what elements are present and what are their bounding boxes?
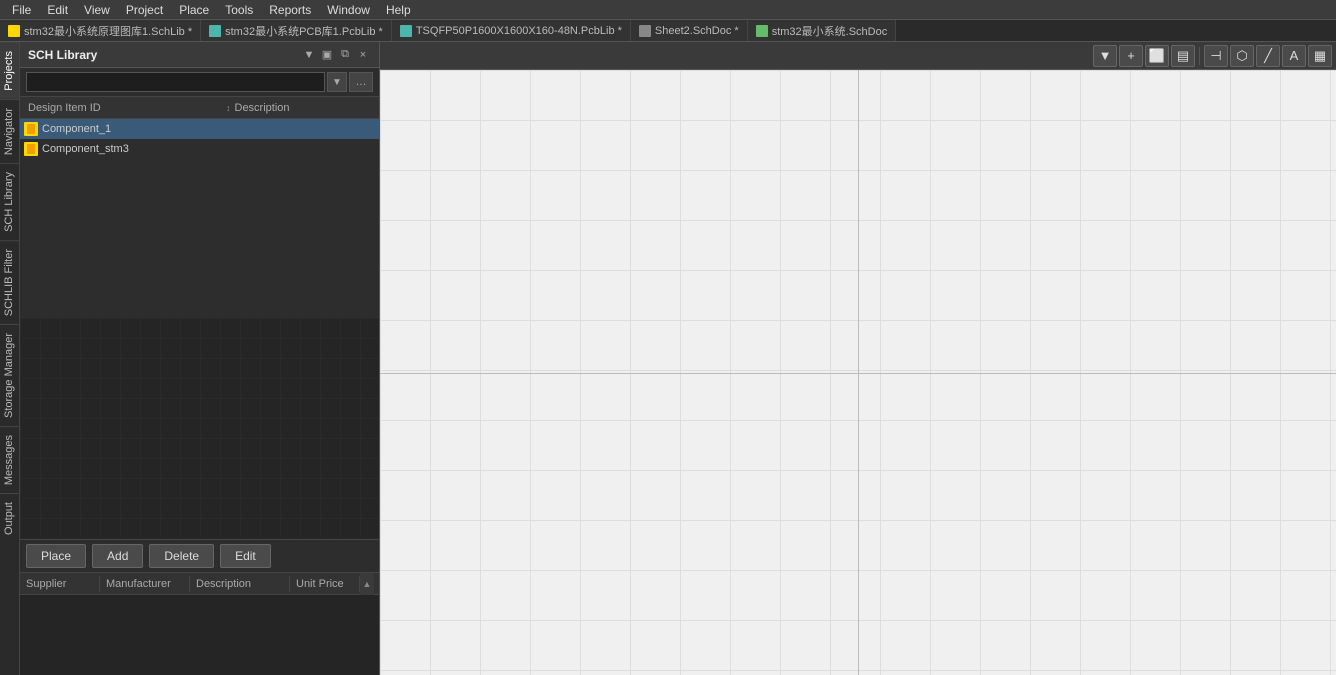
panel-dropdown-btn[interactable]: ▼: [301, 47, 317, 63]
sidebar-tab-navigator[interactable]: Navigator: [0, 99, 19, 163]
place-button[interactable]: Place: [26, 544, 86, 568]
toolbar: ▼ + ⬜ ▤ ⊣ ⬡ ╱ A ▦: [380, 42, 1336, 70]
rect-select-btn[interactable]: ⬜: [1145, 45, 1169, 67]
panel-title: SCH Library: [28, 48, 299, 62]
component-stm3-name: Component_stm3: [42, 143, 129, 155]
tab-sheet2[interactable]: Sheet2.SchDoc *: [631, 20, 748, 41]
bottom-buttons: Place Add Delete Edit: [20, 539, 379, 572]
menu-project[interactable]: Project: [118, 1, 171, 19]
sidebar-tab-sch-library[interactable]: SCH Library: [0, 163, 19, 240]
panel-float-btn[interactable]: ⧉: [337, 47, 353, 63]
panel-close-btn[interactable]: ×: [355, 47, 371, 63]
sidebar-tabs: Projects Navigator SCH Library SCHLIB Fi…: [0, 42, 20, 675]
sidebar-tab-projects[interactable]: Projects: [0, 42, 19, 99]
line-btn[interactable]: ╱: [1256, 45, 1280, 67]
delete-button[interactable]: Delete: [149, 544, 214, 568]
sidebar-tab-messages[interactable]: Messages: [0, 426, 19, 493]
table-btn[interactable]: ▦: [1308, 45, 1332, 67]
panel-pin-btn[interactable]: ▣: [319, 47, 335, 63]
tab-pcb-lib[interactable]: stm32最小系统PCB库1.PcbLib *: [201, 20, 392, 41]
menu-reports[interactable]: Reports: [261, 1, 319, 19]
component-stm3-icon: [24, 142, 38, 156]
menu-bar: File Edit View Project Place Tools Repor…: [0, 0, 1336, 20]
tab-stm32-sch-label: stm32最小系统.SchDoc: [772, 23, 888, 39]
menu-help[interactable]: Help: [378, 1, 419, 19]
preview-area: [20, 318, 379, 539]
tab-sheet2-label: Sheet2.SchDoc *: [655, 25, 739, 37]
supplier-scroll-up-btn[interactable]: ▲: [360, 573, 374, 595]
add-element-btn[interactable]: +: [1119, 45, 1143, 67]
supplier-body: [20, 595, 379, 675]
text-btn[interactable]: A: [1282, 45, 1306, 67]
supplier-table: Supplier Manufacturer Description Unit P…: [20, 572, 379, 675]
menu-tools[interactable]: Tools: [217, 1, 261, 19]
canvas-crosshair-vertical: [858, 70, 859, 675]
panel-header: SCH Library ▼ ▣ ⧉ ×: [20, 42, 379, 68]
search-input[interactable]: [26, 72, 325, 92]
filter-btn[interactable]: ▼: [1093, 45, 1117, 67]
menu-file[interactable]: File: [4, 1, 39, 19]
toolbar-separator-1: [1199, 47, 1200, 65]
polygon-btn[interactable]: ⬡: [1230, 45, 1254, 67]
tab-sheet2-icon: [639, 25, 651, 37]
list-item-component1[interactable]: Component_1: [20, 119, 379, 139]
canvas-grid: [380, 70, 1336, 675]
component1-icon: [24, 122, 38, 136]
col-header-design-item-id: Design Item ID: [24, 102, 224, 114]
tab-pcb-lib-label: stm32最小系统PCB库1.PcbLib *: [225, 23, 383, 39]
sidebar-tab-schlib-filter[interactable]: SCHLIB Filter: [0, 240, 19, 324]
component-list: Design Item ID ↕ Description Component_1…: [20, 97, 379, 318]
menu-place[interactable]: Place: [171, 1, 217, 19]
tab-sch-lib-label: stm32最小系统原理图库1.SchLib *: [24, 23, 192, 39]
tab-sch-lib-icon: [8, 25, 20, 37]
tab-stm32-sch[interactable]: stm32最小系统.SchDoc: [748, 20, 897, 41]
align-left-btn[interactable]: ⊣: [1204, 45, 1228, 67]
canvas-area: ▼ + ⬜ ▤ ⊣ ⬡ ╱ A ▦: [380, 42, 1336, 675]
sch-library-panel: SCH Library ▼ ▣ ⧉ × ▼ … Design Item ID ↕…: [20, 42, 380, 675]
sidebar-tab-output[interactable]: Output: [0, 493, 19, 543]
main-area: Projects Navigator SCH Library SCHLIB Fi…: [0, 42, 1336, 675]
tab-tsqfp[interactable]: TSQFP50P1600X1600X160-48N.PcbLib *: [392, 20, 631, 41]
menu-window[interactable]: Window: [319, 1, 378, 19]
col-header-description: Description: [231, 102, 376, 114]
supplier-col-description: Description: [190, 576, 290, 592]
canvas-workspace[interactable]: [380, 70, 1336, 675]
search-row: ▼ …: [20, 68, 379, 97]
menu-edit[interactable]: Edit: [39, 1, 76, 19]
menu-view[interactable]: View: [76, 1, 118, 19]
list-header: Design Item ID ↕ Description: [20, 97, 379, 119]
search-dropdown-btn[interactable]: ▼: [327, 72, 347, 92]
supplier-header: Supplier Manufacturer Description Unit P…: [20, 573, 379, 595]
supplier-col-unit-price: Unit Price: [290, 576, 360, 592]
search-more-btn[interactable]: …: [349, 72, 373, 92]
tab-sch-lib[interactable]: stm32最小系统原理图库1.SchLib *: [0, 20, 201, 41]
component1-name: Component_1: [42, 123, 111, 135]
tab-stm32-sch-icon: [756, 25, 768, 37]
sidebar-tab-storage-manager[interactable]: Storage Manager: [0, 324, 19, 426]
supplier-col-supplier: Supplier: [20, 576, 100, 592]
print-btn[interactable]: ▤: [1171, 45, 1195, 67]
tab-bar: stm32最小系统原理图库1.SchLib * stm32最小系统PCB库1.P…: [0, 20, 1336, 42]
edit-button[interactable]: Edit: [220, 544, 271, 568]
tab-tsqfp-icon: [400, 25, 412, 37]
tab-tsqfp-label: TSQFP50P1600X1600X160-48N.PcbLib *: [416, 25, 622, 37]
supplier-col-manufacturer: Manufacturer: [100, 576, 190, 592]
add-button[interactable]: Add: [92, 544, 143, 568]
tab-pcb-lib-icon: [209, 25, 221, 37]
list-item-component-stm3[interactable]: Component_stm3: [20, 139, 379, 159]
